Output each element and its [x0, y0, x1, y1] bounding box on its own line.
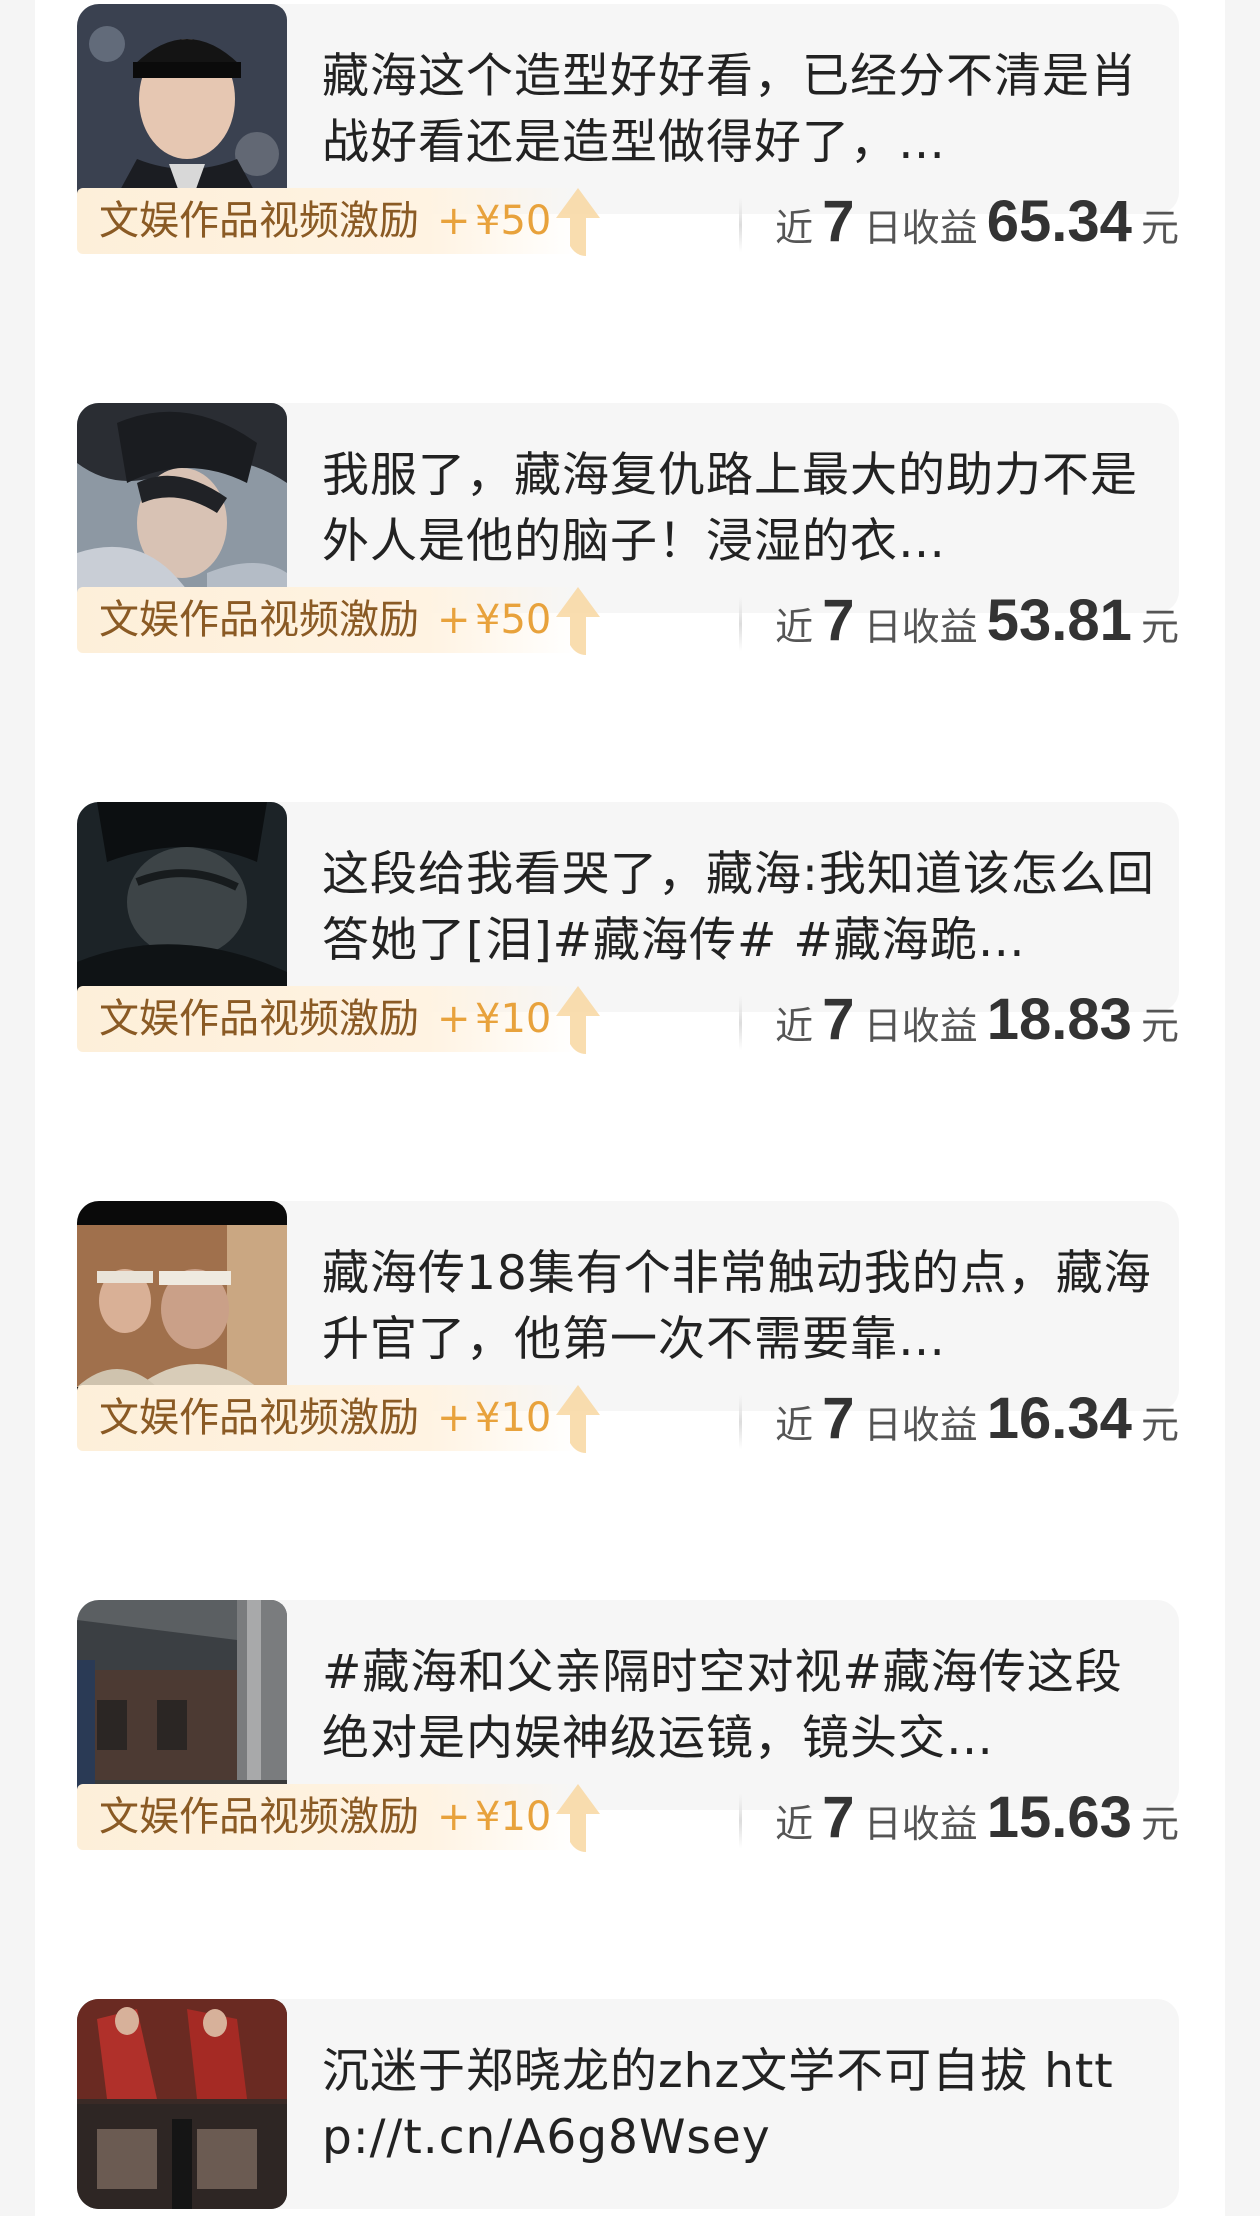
reward-plus: + [437, 597, 471, 643]
reward-tag: 文娱作品视频激励 + ¥10 [77, 1784, 607, 1852]
earnings-value: 65.34 [986, 189, 1132, 254]
scene-red-robes-icon[interactable] [77, 1999, 287, 2209]
post-card[interactable]: 我服了，藏海复仇路上最大的助力不是外人是他的脑子！浸湿的衣… [77, 403, 1179, 613]
reward-tag: 文娱作品视频激励 + ¥10 [77, 1385, 607, 1453]
reward-label: 文娱作品视频激励 [99, 198, 419, 244]
earnings-unit: 元 [1140, 206, 1179, 250]
divider [739, 1794, 742, 1848]
post-card[interactable]: 藏海传18集有个非常触动我的点，藏海升官了，他第一次不需要靠… [77, 1201, 1179, 1411]
earnings-prefix: 近 [775, 1802, 814, 1846]
earnings-value: 53.81 [986, 588, 1132, 653]
post-text: 藏海传18集有个非常触动我的点，藏海升官了，他第一次不需要靠… [322, 1246, 1152, 1367]
earnings-days: 7 [822, 987, 855, 1052]
post-text: 我服了，藏海复仇路上最大的助力不是外人是他的脑子！浸湿的衣… [322, 448, 1138, 569]
reward-plus: + [437, 1794, 471, 1840]
reward-label: 文娱作品视频激励 [99, 1794, 419, 1840]
earnings-value: 15.63 [986, 1785, 1132, 1850]
earnings-prefix: 近 [775, 605, 814, 649]
divider [739, 198, 742, 252]
reward-label: 文娱作品视频激励 [99, 1395, 419, 1441]
reward-plus: + [437, 1395, 471, 1441]
earnings-days: 7 [822, 1386, 855, 1451]
up-arrow-icon [556, 986, 600, 1054]
earnings-unit: 元 [1140, 1802, 1179, 1846]
divider [739, 1395, 742, 1449]
earnings-days: 7 [822, 189, 855, 254]
divider [739, 996, 742, 1050]
earnings-unit: 元 [1140, 1004, 1179, 1048]
reward-amount: ¥10 [475, 1395, 552, 1441]
reward-label: 文娱作品视频激励 [99, 996, 419, 1042]
reward-amount: ¥10 [475, 996, 552, 1042]
earnings-prefix: 近 [775, 1004, 814, 1048]
reward-tag: 文娱作品视频激励 + ¥50 [77, 587, 607, 655]
portrait-wet-hair-icon[interactable] [77, 403, 287, 613]
post-text: 这段给我看哭了，藏海:我知道该怎么回答她了[泪]#藏海传# #藏海跪… [322, 847, 1155, 968]
earnings-prefix: 近 [775, 1403, 814, 1447]
divider [739, 597, 742, 651]
portrait-dark-scene-icon[interactable] [77, 802, 287, 1012]
earnings-unit: 元 [1140, 1403, 1179, 1447]
reward-amount: ¥50 [475, 597, 552, 643]
reward-amount: ¥50 [475, 198, 552, 244]
reward-plus: + [437, 198, 471, 244]
reward-amount: ¥10 [475, 1794, 552, 1840]
portrait-headband-icon[interactable] [77, 4, 287, 214]
reward-label: 文娱作品视频激励 [99, 597, 419, 643]
earnings-label: 日收益 [863, 206, 978, 250]
earnings-value: 18.83 [986, 987, 1132, 1052]
post-text: 沉迷于郑晓龙的zhz文学不可自拔 http://t.cn/A6g8Wsey [322, 2044, 1114, 2165]
earnings-summary: 近 7 日收益 15.63 元 [739, 1780, 1179, 1860]
earnings-label: 日收益 [863, 605, 978, 649]
earnings-days: 7 [822, 1785, 855, 1850]
post-card[interactable]: #藏海和父亲隔时空对视#藏海传这段绝对是内娱神级运镜，镜头交… [77, 1600, 1179, 1810]
earnings-label: 日收益 [863, 1004, 978, 1048]
scene-two-men-icon[interactable] [77, 1201, 287, 1411]
up-arrow-icon [556, 1784, 600, 1852]
post-text: #藏海和父亲隔时空对视#藏海传这段绝对是内娱神级运镜，镜头交… [322, 1645, 1123, 1766]
earnings-prefix: 近 [775, 206, 814, 250]
scene-palace-courtyard-icon[interactable] [77, 1600, 287, 1810]
earnings-unit: 元 [1140, 605, 1179, 649]
earnings-summary: 近 7 日收益 18.83 元 [739, 982, 1179, 1062]
up-arrow-icon [556, 587, 600, 655]
content-panel: 藏海这个造型好好看，已经分不清是肖战好看还是造型做得好了，… 文娱作品视频激励 … [35, 0, 1225, 2216]
earnings-label: 日收益 [863, 1403, 978, 1447]
reward-plus: + [437, 996, 471, 1042]
post-text: 藏海这个造型好好看，已经分不清是肖战好看还是造型做得好了，… [322, 49, 1138, 170]
reward-tag: 文娱作品视频激励 + ¥50 [77, 188, 607, 256]
post-card[interactable]: 沉迷于郑晓龙的zhz文学不可自拔 http://t.cn/A6g8Wsey [77, 1999, 1179, 2209]
earnings-summary: 近 7 日收益 16.34 元 [739, 1381, 1179, 1461]
earnings-value: 16.34 [986, 1386, 1132, 1451]
earnings-summary: 近 7 日收益 53.81 元 [739, 583, 1179, 663]
earnings-summary: 近 7 日收益 65.34 元 [739, 184, 1179, 264]
reward-tag: 文娱作品视频激励 + ¥10 [77, 986, 607, 1054]
earnings-days: 7 [822, 588, 855, 653]
up-arrow-icon [556, 1385, 600, 1453]
post-card[interactable]: 藏海这个造型好好看，已经分不清是肖战好看还是造型做得好了，… [77, 4, 1179, 214]
up-arrow-icon [556, 188, 600, 256]
post-card[interactable]: 这段给我看哭了，藏海:我知道该怎么回答她了[泪]#藏海传# #藏海跪… [77, 802, 1179, 1012]
earnings-label: 日收益 [863, 1802, 978, 1846]
